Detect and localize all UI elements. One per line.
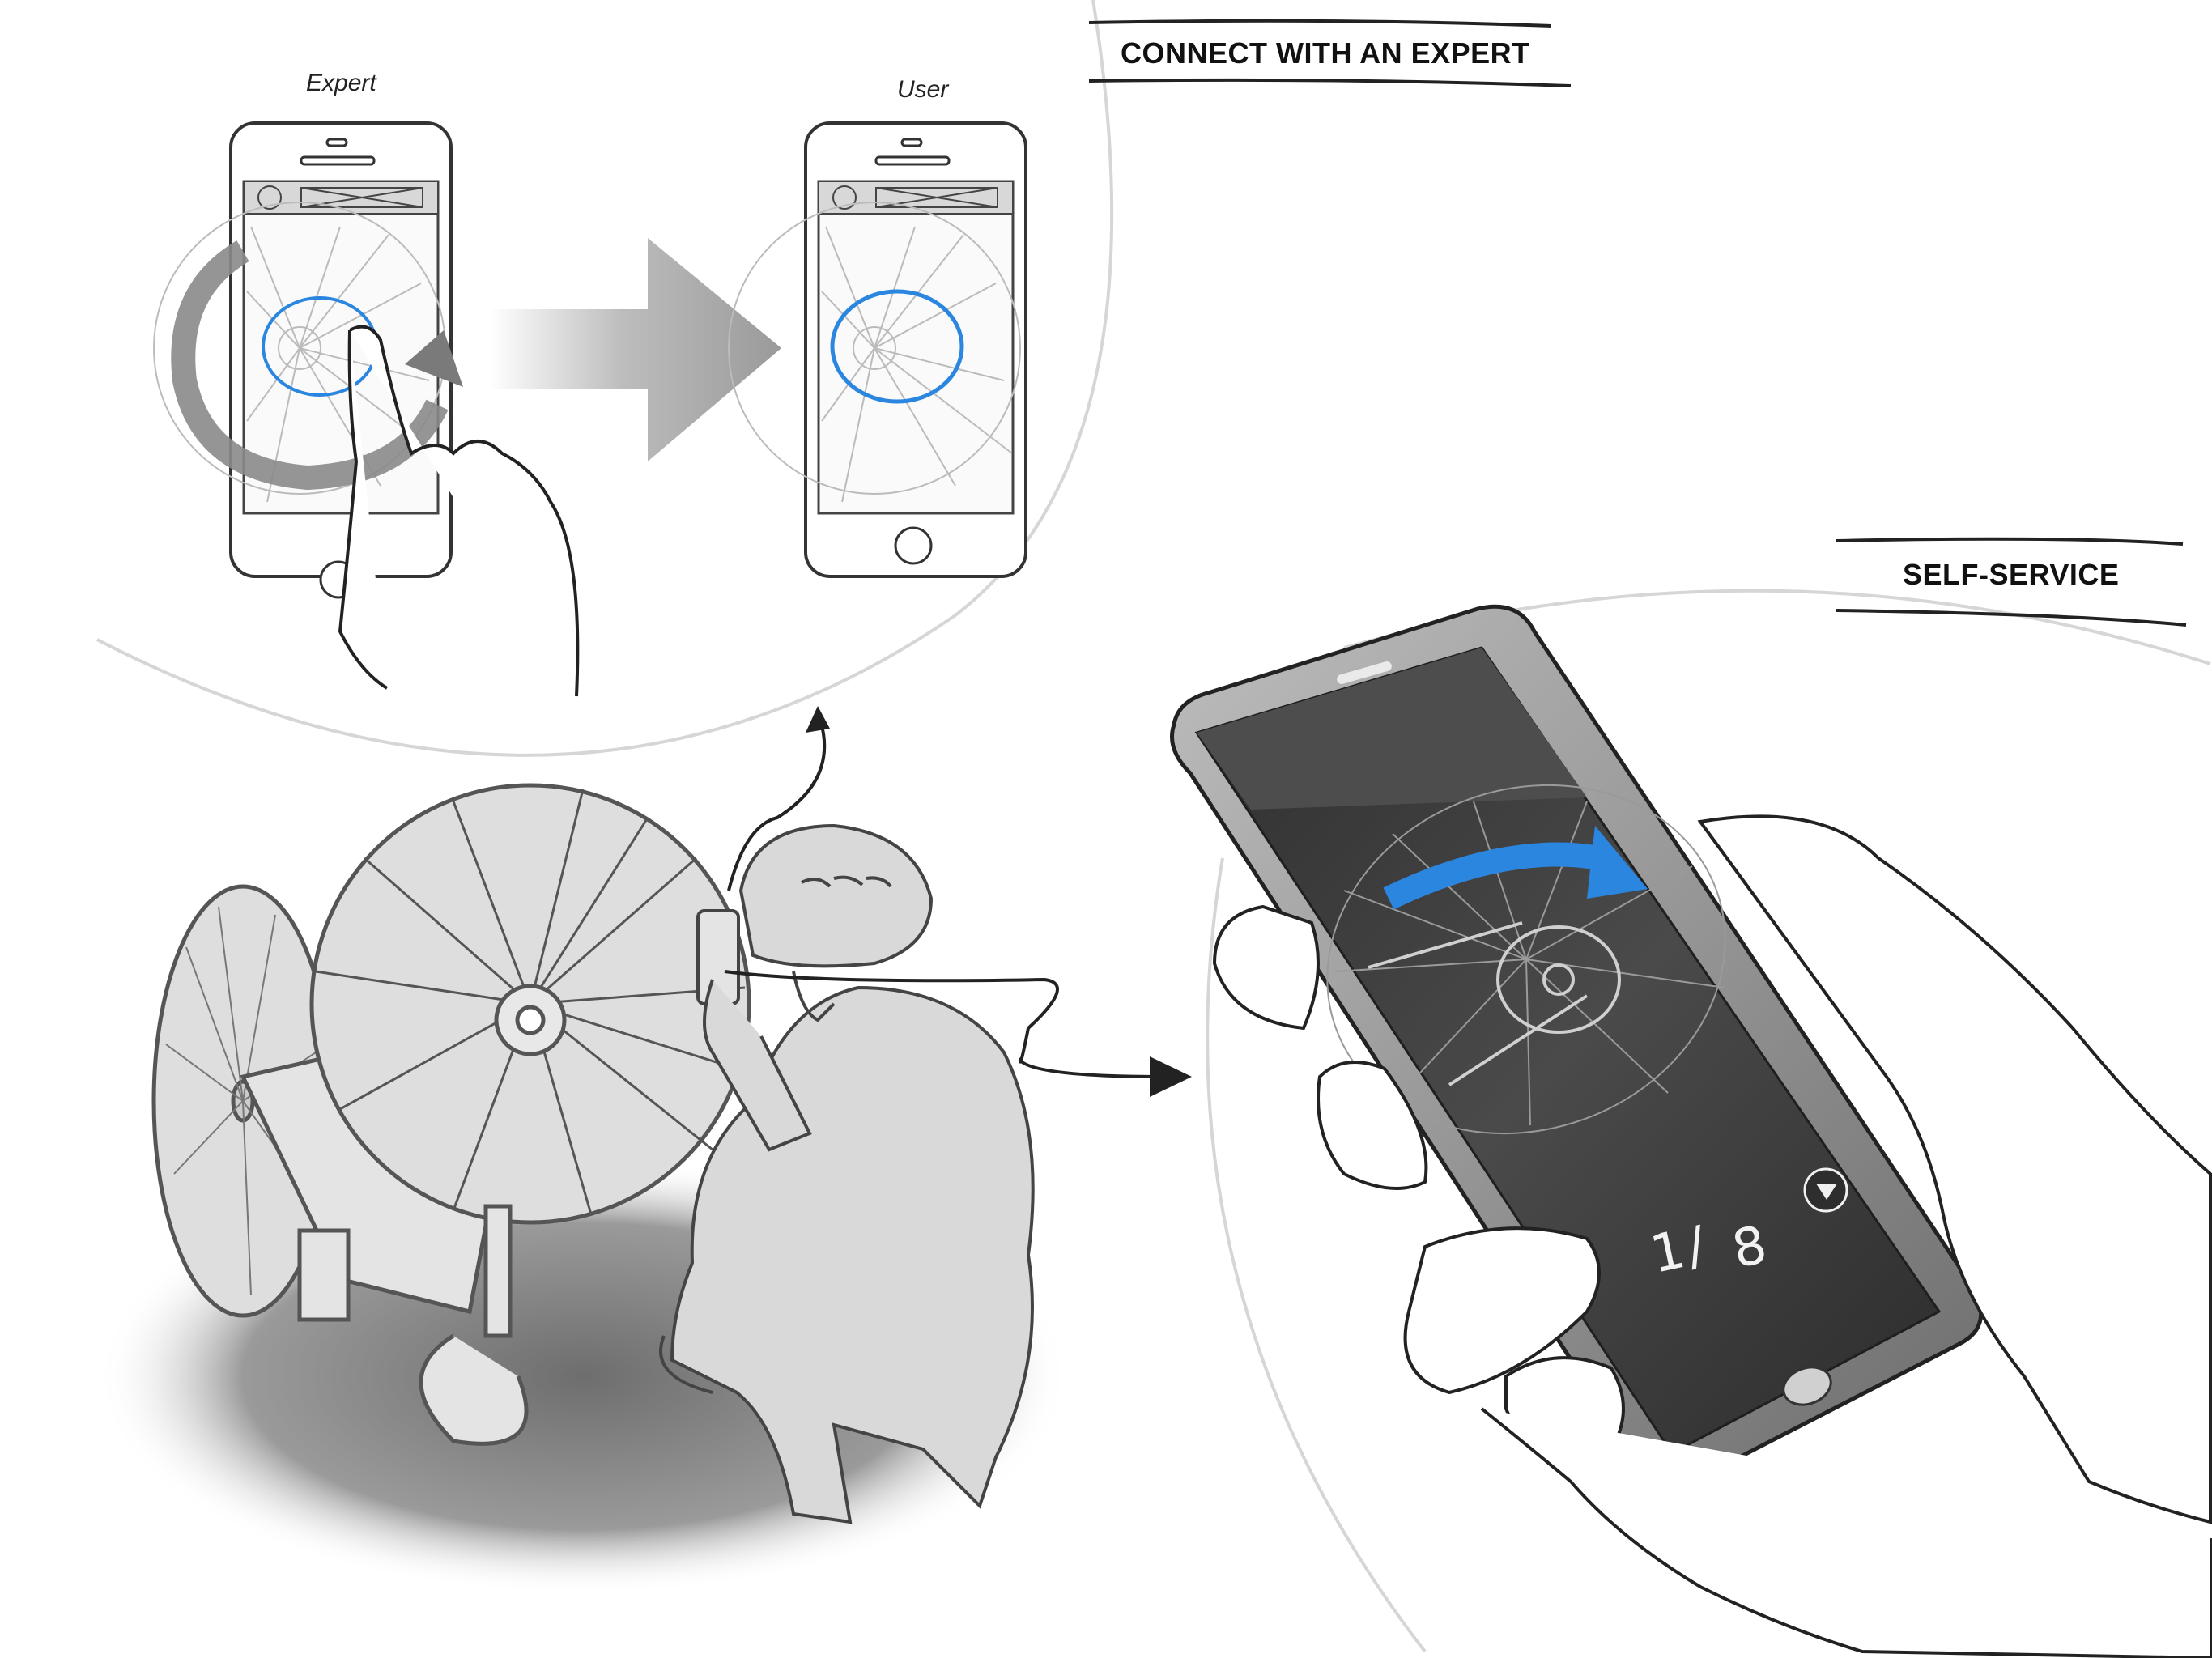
home-button bbox=[894, 526, 933, 565]
transfer-arrow bbox=[490, 238, 781, 461]
storyboard-canvas: CONNECT WITH AN EXPERT SELF-SERVICE Expe… bbox=[0, 0, 2212, 1658]
connect-expert-title: CONNECT WITH AN EXPERT bbox=[1121, 36, 1530, 70]
expert-label: Expert bbox=[306, 70, 377, 96]
connection-arrowhead bbox=[1150, 1056, 1192, 1097]
storyboard-illustration: CONNECT WITH AN EXPERT SELF-SERVICE Expe… bbox=[96, 0, 2212, 1658]
connect-expert-heading-group: CONNECT WITH AN EXPERT bbox=[1088, 19, 1572, 87]
expert-phone bbox=[153, 121, 453, 599]
self-service-heading-group: SELF-SERVICE bbox=[1836, 537, 2187, 627]
self-service-title: SELF-SERVICE bbox=[1903, 558, 2119, 591]
user-label: User bbox=[897, 76, 949, 103]
call-expert-arrowhead bbox=[806, 706, 830, 733]
handheld-phone: 1 / 8 bbox=[1170, 604, 1984, 1487]
